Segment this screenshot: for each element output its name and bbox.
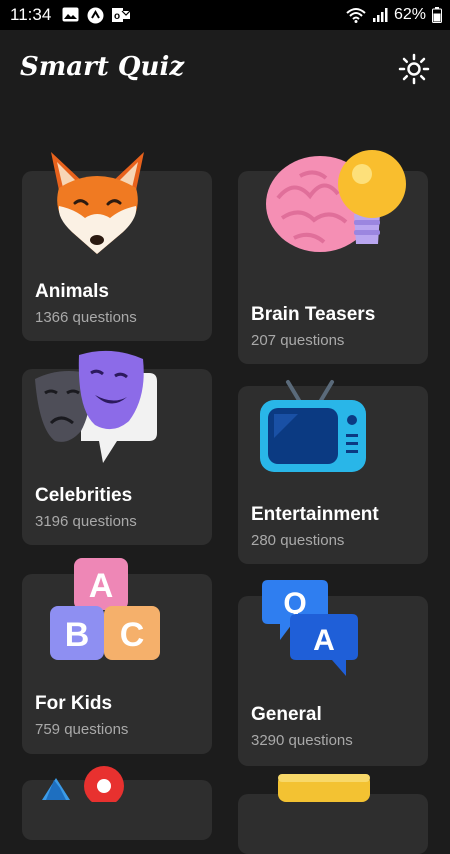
qa-bubbles-icon: Q A: [262, 580, 358, 676]
theme-toggle-button[interactable]: [396, 51, 432, 87]
image-icon: [62, 7, 79, 22]
svg-text:C: C: [120, 616, 145, 654]
category-name: Animals: [35, 281, 109, 302]
battery-percent: 62%: [393, 6, 426, 23]
abc-blocks-icon: A B C: [50, 558, 160, 660]
category-count: 3290 questions: [251, 732, 353, 749]
theater-masks-icon: [35, 350, 157, 463]
category-count: 207 questions: [251, 332, 345, 349]
sun-icon: [398, 53, 430, 85]
category-name: Entertainment: [251, 504, 379, 525]
status-time: 11:34: [10, 5, 52, 24]
app-title: Smart Quiz: [20, 52, 185, 82]
category-name: General: [251, 704, 322, 725]
svg-text:o: o: [114, 11, 120, 22]
svg-text:A: A: [313, 624, 335, 657]
battery-icon: [432, 7, 442, 23]
status-right: 62%: [346, 5, 442, 25]
category-count: 1366 questions: [35, 309, 137, 326]
fox-icon: [51, 152, 144, 254]
category-count: 759 questions: [35, 721, 129, 738]
brain-lightbulb-icon: [266, 150, 406, 252]
outlook-icon: o: [112, 8, 130, 22]
category-name: Celebrities: [35, 485, 133, 506]
android-icon: [87, 7, 104, 24]
category-count: 280 questions: [251, 532, 345, 549]
scroll-icon: [278, 774, 370, 802]
tv-icon: [260, 380, 366, 472]
category-name: Brain Teasers: [251, 304, 376, 325]
category-name: For Kids: [35, 693, 113, 714]
signal-icon: [372, 8, 388, 22]
map-pin-icon: [42, 766, 124, 802]
status-bar: 11:34 o 62%: [0, 0, 450, 30]
svg-text:B: B: [65, 616, 90, 654]
wifi-icon: [346, 8, 366, 23]
category-count: 3196 questions: [35, 513, 137, 530]
category-card-partial-right[interactable]: [238, 794, 428, 854]
svg-text:A: A: [89, 567, 114, 605]
